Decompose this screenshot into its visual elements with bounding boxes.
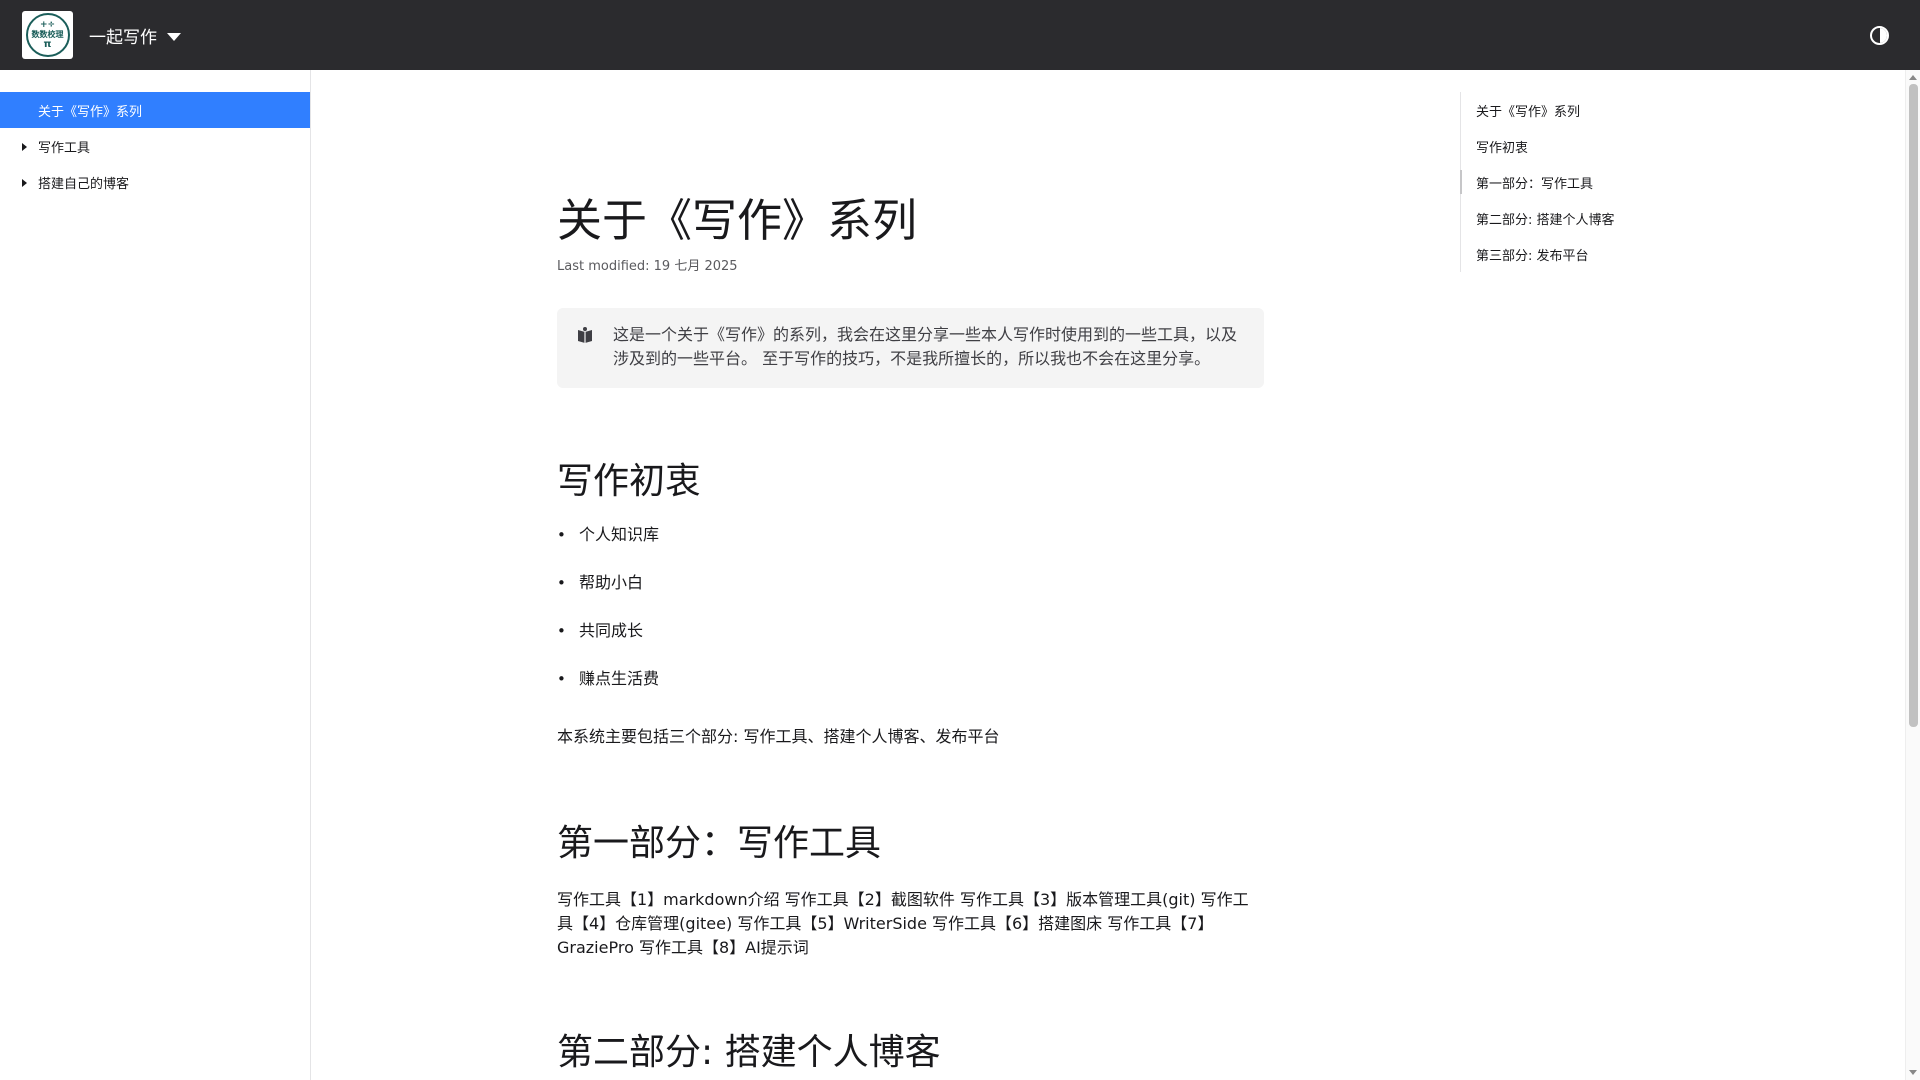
section-heading-motivation: 写作初衷 — [557, 461, 702, 502]
sidebar: 关于《写作》系列 写作工具 搭建自己的博客 — [0, 70, 311, 1080]
tools-paragraph: 写作工具【1】markdown介绍 写作工具【2】截图软件 写作工具【3】版本管… — [557, 890, 1249, 957]
scrollbar-thumb[interactable] — [1909, 84, 1918, 727]
toc-item-about-series[interactable]: 关于《写作》系列 — [1461, 92, 1660, 128]
sidebar-item-label: 写作工具 — [38, 140, 91, 156]
table-of-contents: 关于《写作》系列 写作初衷 第一部分：写作工具 第二部分: 搭建个人博客 第三部… — [1460, 92, 1660, 272]
logo-pi: π — [43, 38, 52, 50]
motivation-list: 个人知识库 帮助小白 共同成长 赚点生活费 — [557, 525, 659, 717]
vertical-scrollbar[interactable] — [1905, 70, 1920, 1080]
sidebar-item-label: 关于《写作》系列 — [38, 104, 143, 120]
chevron-right-icon[interactable] — [22, 179, 27, 187]
note-callout: 这是一个关于《写作》的系列，我会在这里分享一些本人写作时使用到的一些工具，以及涉… — [557, 308, 1264, 388]
logo-emblem: +÷ 数数校理 π — [25, 13, 70, 57]
logo-text: 数数校理 — [31, 29, 64, 39]
scroll-up-icon[interactable] — [1909, 75, 1917, 80]
toc-item-motivation[interactable]: 写作初衷 — [1461, 128, 1660, 164]
sidebar-item-writing-tools[interactable]: 写作工具 — [0, 128, 310, 164]
site-title-dropdown[interactable]: 一起写作 — [89, 23, 181, 48]
scroll-down-icon[interactable] — [1909, 1070, 1917, 1075]
toc-item-build-blog[interactable]: 第二部分: 搭建个人博客 — [1461, 200, 1660, 236]
contrast-icon[interactable] — [1870, 26, 1889, 45]
sidebar-item-build-blog[interactable]: 搭建自己的博客 — [0, 164, 310, 200]
book-icon — [578, 327, 592, 343]
last-modified: Last modified: 19 七月 2025 — [557, 259, 738, 274]
site-logo[interactable]: +÷ 数数校理 π — [22, 11, 73, 59]
chevron-down-icon — [167, 32, 181, 41]
chevron-right-icon[interactable] — [22, 143, 27, 151]
list-item: 共同成长 — [557, 621, 659, 669]
top-bar: +÷ 数数校理 π 一起写作 — [0, 0, 1920, 70]
toc-item-publish-platform[interactable]: 第三部分: 发布平台 — [1461, 236, 1660, 272]
list-item: 赚点生活费 — [557, 669, 659, 717]
summary-paragraph: 本系统主要包括三个部分: 写作工具、搭建个人博客、发布平台 — [557, 727, 1000, 746]
sidebar-item-about-series[interactable]: 关于《写作》系列 — [0, 92, 310, 128]
note-text: 这是一个关于《写作》的系列，我会在这里分享一些本人写作时使用到的一些工具，以及涉… — [613, 325, 1238, 368]
list-item: 帮助小白 — [557, 573, 659, 621]
site-title-label: 一起写作 — [89, 28, 157, 48]
logo-symbol: +÷ — [39, 19, 56, 30]
section-heading-build-blog: 第二部分: 搭建个人博客 — [557, 1032, 941, 1073]
section-heading-writing-tools: 第一部分：写作工具 — [557, 823, 882, 864]
toc-item-writing-tools[interactable]: 第一部分：写作工具 — [1460, 164, 1660, 200]
sidebar-item-label: 搭建自己的博客 — [38, 176, 130, 192]
list-item: 个人知识库 — [557, 525, 659, 573]
page-title: 关于《写作》系列 — [557, 194, 918, 247]
